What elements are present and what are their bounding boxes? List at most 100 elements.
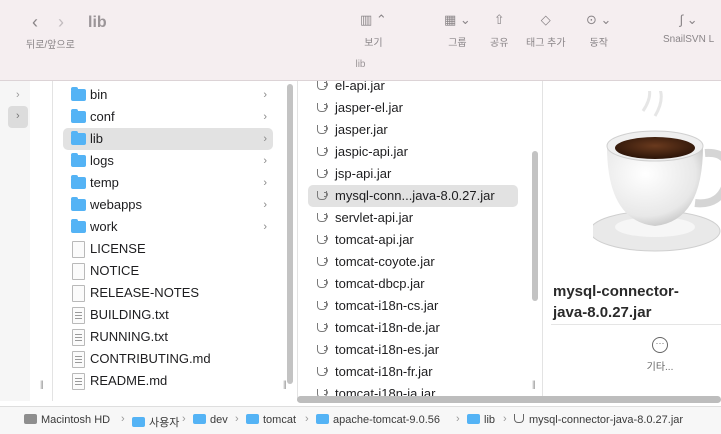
snailsvn-icon: ∫ ⌄ — [679, 12, 698, 27]
back-forward-label: 뒤로/앞으로 — [26, 40, 75, 51]
chevron-right-icon: › — [263, 111, 267, 123]
column-resize-handle[interactable]: || — [532, 379, 536, 389]
breadcrumb-item[interactable]: apache-tomcat-9.0.56 — [316, 414, 440, 426]
list-item-label: jasper.jar — [335, 122, 388, 137]
list-item[interactable]: jasper-el.jar — [308, 97, 518, 119]
view-button[interactable]: ▥ ⌃ 보기 — [360, 10, 387, 49]
list-item[interactable]: servlet-api.jar — [308, 207, 518, 229]
folder-icon — [132, 417, 145, 427]
breadcrumb-label: tomcat — [263, 414, 297, 426]
list-item[interactable]: tomcat-i18n-de.jar — [308, 317, 518, 339]
list-item[interactable]: jsp-api.jar — [308, 163, 518, 185]
folder-icon — [71, 175, 86, 189]
more-label: 기타... — [646, 362, 674, 373]
parent-column[interactable]: › › — [0, 81, 30, 401]
chevron-right-icon: › — [263, 133, 267, 145]
list-item[interactable]: RELEASE-NOTES — [63, 282, 273, 304]
list-item[interactable]: jasper.jar — [308, 119, 518, 141]
toolbar: ‹ › 뒤로/앞으로 lib ▥ ⌃ 보기 ▦ ⌄ 그룹 ⇧ 공유 ◇ 태그 추… — [0, 0, 721, 81]
list-item-label: logs — [90, 153, 114, 168]
column-divider — [297, 81, 298, 401]
parent-selected-row[interactable]: › — [8, 106, 28, 128]
list-item[interactable]: work › — [63, 216, 273, 238]
lib-column[interactable]: el-api.jar jasper-el.jar jasper.jar jaspic-… — [308, 81, 520, 401]
list-item[interactable]: tomcat-i18n-es.jar — [308, 339, 518, 361]
breadcrumb-label: mysql-connector-java-8.0.27.jar — [529, 414, 684, 426]
list-item-label: BUILDING.txt — [90, 307, 169, 322]
list-item[interactable]: README.md — [63, 370, 273, 392]
back-button[interactable]: ‹ — [32, 12, 38, 33]
list-item[interactable]: NOTICE — [63, 260, 273, 282]
list-item-label: tomcat-i18n-de.jar — [335, 320, 440, 335]
jar-icon — [317, 81, 328, 90]
column-browser: › › bin › conf › lib › logs › temp › webapps › work ›… — [0, 81, 721, 401]
list-item-label: CONTRIBUTING.md — [90, 351, 211, 366]
folder-icon — [71, 197, 86, 211]
list-item-label: bin — [90, 87, 108, 102]
chevron-right-icon: › — [182, 413, 186, 425]
list-item[interactable]: mysql-conn...java-8.0.27.jar — [308, 185, 518, 207]
list-item[interactable]: tomcat-dbcp.jar — [308, 273, 518, 295]
list-item[interactable]: temp › — [63, 172, 273, 194]
folder-icon — [246, 414, 259, 424]
more-button[interactable]: ··· 기타... — [645, 337, 675, 373]
list-item[interactable]: CONTRIBUTING.md — [63, 348, 273, 370]
share-label: 공유 — [490, 38, 509, 49]
action-label: 동작 — [589, 38, 608, 49]
chevron-right-icon: › — [16, 110, 20, 122]
ellipsis-circle-icon: ··· — [652, 337, 668, 353]
java-cup-icon — [593, 91, 721, 252]
breadcrumb-item[interactable]: 사용자 — [132, 414, 179, 430]
folder-icon — [71, 153, 86, 167]
tomcat-column-scrollbar[interactable] — [287, 84, 293, 384]
list-item[interactable]: RUNNING.txt — [63, 326, 273, 348]
list-item[interactable]: LICENSE — [63, 238, 273, 260]
snailsvn-label: SnailSVN L — [663, 34, 715, 45]
list-item-label: mysql-conn...java-8.0.27.jar — [335, 188, 495, 203]
list-item[interactable]: tomcat-coyote.jar — [308, 251, 518, 273]
snailsvn-button[interactable]: ∫ ⌄ SnailSVN L — [663, 10, 714, 45]
breadcrumb-item[interactable]: mysql-connector-java-8.0.27.jar — [514, 414, 683, 426]
list-item[interactable]: conf › — [63, 106, 273, 128]
folder-icon — [71, 131, 86, 145]
share-button[interactable]: ⇧ 공유 — [490, 10, 508, 49]
breadcrumb-item[interactable]: dev — [193, 414, 228, 426]
document-icon — [72, 263, 85, 280]
action-button[interactable]: ⊙ ⌄ 동작 — [586, 10, 611, 49]
list-item-label: conf — [90, 109, 115, 124]
column-resize-handle[interactable]: || — [40, 379, 44, 389]
list-item[interactable]: el-api.jar — [308, 81, 518, 97]
share-icon: ⇧ — [493, 12, 505, 27]
list-item[interactable]: tomcat-i18n-fr.jar — [308, 361, 518, 383]
list-item[interactable]: jaspic-api.jar — [308, 141, 518, 163]
tag-label: 태그 추가 — [526, 38, 566, 49]
column-resize-handle[interactable]: || — [283, 379, 287, 389]
list-item[interactable]: tomcat-api.jar — [308, 229, 518, 251]
list-item[interactable]: logs › — [63, 150, 273, 172]
preview-file-name: mysql-connector- java-8.0.27.jar — [553, 281, 721, 323]
tag-button[interactable]: ◇ 태그 추가 — [526, 10, 566, 49]
list-item-label: webapps — [90, 197, 143, 212]
text-document-icon — [72, 329, 85, 346]
column-view-icon: ▥ ⌃ — [360, 12, 387, 27]
list-item[interactable]: bin › — [63, 84, 273, 106]
list-item[interactable]: BUILDING.txt — [63, 304, 273, 326]
text-document-icon — [72, 373, 85, 390]
list-item[interactable]: tomcat-i18n-cs.jar — [308, 295, 518, 317]
breadcrumb-item[interactable]: Macintosh HD — [24, 414, 110, 426]
list-item[interactable]: lib › — [63, 128, 273, 150]
folder-icon — [71, 219, 86, 233]
horizontal-scrollbar[interactable] — [297, 396, 721, 403]
chevron-right-icon: › — [235, 413, 239, 425]
list-item[interactable]: webapps › — [63, 194, 273, 216]
group-button[interactable]: ▦ ⌄ 그룹 — [444, 10, 471, 49]
tomcat-column[interactable]: bin › conf › lib › logs › temp › webapps › work › LICE… — [60, 81, 280, 401]
forward-button[interactable]: › — [58, 12, 64, 33]
jar-icon — [317, 169, 328, 178]
breadcrumb-item[interactable]: lib — [467, 414, 495, 426]
list-item-label: tomcat-i18n-es.jar — [335, 342, 440, 357]
breadcrumb-item[interactable]: tomcat — [246, 414, 296, 426]
document-icon — [72, 285, 85, 302]
breadcrumb-label: Macintosh HD — [41, 414, 111, 426]
lib-column-scrollbar[interactable] — [532, 151, 538, 301]
